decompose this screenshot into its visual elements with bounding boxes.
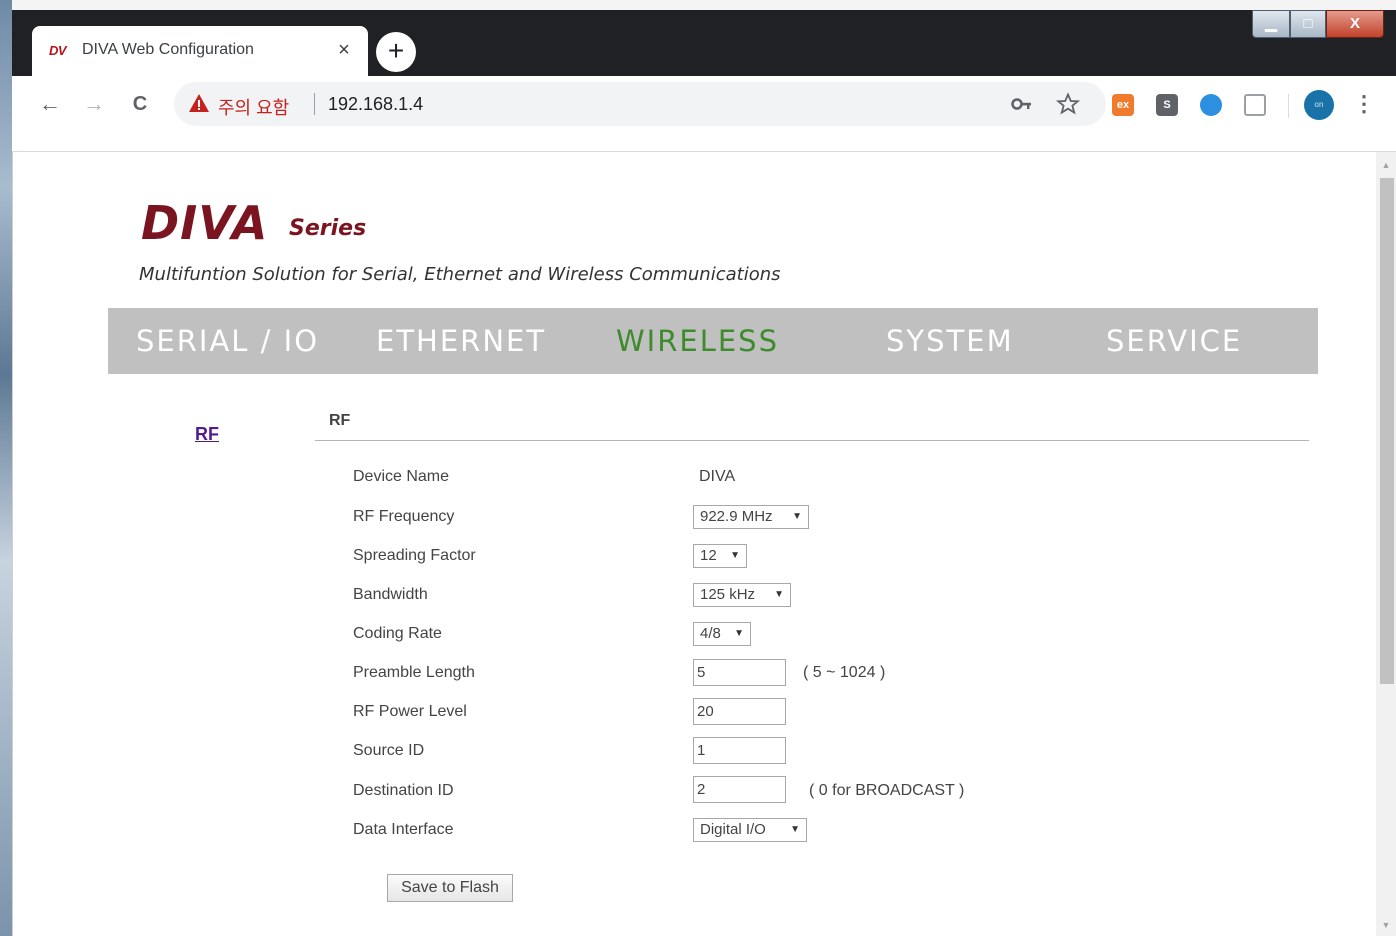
preamble-length-label: Preamble Length xyxy=(353,664,475,681)
browser-toolbar: ← → C 주의 요함 192.168.1.4 ex S on ⋮ xyxy=(12,76,1396,152)
back-button[interactable]: ← xyxy=(34,88,66,120)
rf-power-level-label: RF Power Level xyxy=(353,703,467,720)
bandwidth-select[interactable]: 125 kHz ▼ xyxy=(693,583,791,607)
data-interface-label: Data Interface xyxy=(353,821,454,838)
window-minimize-button[interactable]: ▁ xyxy=(1252,10,1290,38)
url-text[interactable]: 192.168.1.4 xyxy=(328,94,423,115)
maximize-icon: □ xyxy=(1303,15,1313,32)
dropdown-arrow-icon: ▼ xyxy=(792,511,802,522)
reload-button[interactable]: C xyxy=(124,88,156,120)
spreading-factor-select[interactable]: 12 ▼ xyxy=(693,544,747,568)
browser-tab[interactable]: DV DIVA Web Configuration × xyxy=(32,26,368,76)
menu-wireless[interactable]: WIRELESS xyxy=(616,324,779,358)
dropdown-arrow-icon: ▼ xyxy=(730,550,740,561)
favicon-icon: DV xyxy=(49,43,67,58)
scroll-down-arrow-icon[interactable]: ▼ xyxy=(1376,916,1396,934)
preamble-length-hint: ( 5 ~ 1024 ) xyxy=(803,664,886,681)
page-viewport: DIVA Series Multifuntion Solution for Se… xyxy=(12,152,1396,936)
vertical-scrollbar[interactable]: ▲ ▼ xyxy=(1376,152,1396,936)
coding-rate-select[interactable]: 4/8 ▼ xyxy=(693,622,751,646)
desktop-top-strip xyxy=(0,0,1396,10)
menu-serial-io[interactable]: SERIAL / IO xyxy=(136,324,319,358)
rf-frequency-value: 922.9 MHz xyxy=(700,508,773,525)
forward-button[interactable]: → xyxy=(78,88,110,120)
source-id-input[interactable]: 1 xyxy=(693,737,786,764)
address-bar[interactable]: 주의 요함 192.168.1.4 xyxy=(174,82,1106,126)
window-maximize-button[interactable]: □ xyxy=(1290,10,1326,38)
profile-avatar[interactable]: on xyxy=(1304,90,1334,120)
save-to-flash-button[interactable]: Save to Flash xyxy=(387,874,513,902)
bandwidth-label: Bandwidth xyxy=(353,586,428,603)
dropdown-arrow-icon: ▼ xyxy=(734,628,744,639)
destination-id-input[interactable]: 2 xyxy=(693,776,786,803)
menu-ethernet[interactable]: ETHERNET xyxy=(376,324,546,358)
rf-power-level-input[interactable]: 20 xyxy=(693,698,786,725)
rf-frequency-label: RF Frequency xyxy=(353,508,455,525)
omnibox-separator xyxy=(314,93,315,115)
coding-rate-label: Coding Rate xyxy=(353,625,442,642)
bandwidth-value: 125 kHz xyxy=(700,586,756,603)
preamble-length-input[interactable]: 5 xyxy=(693,659,786,686)
device-name-value: DIVA xyxy=(699,468,736,485)
warning-icon[interactable] xyxy=(188,92,210,114)
rf-frequency-select[interactable]: 922.9 MHz ▼ xyxy=(693,505,809,529)
dropdown-arrow-icon: ▼ xyxy=(790,824,800,835)
new-tab-button[interactable]: + xyxy=(376,32,416,72)
coding-rate-value: 4/8 xyxy=(700,625,721,642)
tab-strip: DV DIVA Web Configuration × + ▁ □ X xyxy=(12,10,1396,76)
sidebar-link-rf[interactable]: RF xyxy=(195,424,219,445)
extension-s-icon[interactable]: S xyxy=(1156,94,1178,116)
tab-title: DIVA Web Configuration xyxy=(82,41,254,58)
close-icon: X xyxy=(1349,15,1360,32)
logo-main: DIVA xyxy=(141,196,269,250)
extension-blue-circle-icon[interactable] xyxy=(1200,94,1222,116)
spreading-factor-value: 12 xyxy=(700,547,717,564)
source-id-label: Source ID xyxy=(353,742,425,759)
spreading-factor-label: Spreading Factor xyxy=(353,547,476,564)
bookmark-star-icon[interactable] xyxy=(1056,92,1080,116)
destination-id-label: Destination ID xyxy=(353,782,454,799)
logo-sub: Series xyxy=(289,216,367,241)
security-warning-text[interactable]: 주의 요함 xyxy=(218,94,289,120)
dropdown-arrow-icon: ▼ xyxy=(774,589,784,600)
main-menu: SERIAL / IO ETHERNET WIRELESS SYSTEM SER… xyxy=(108,308,1318,374)
menu-system[interactable]: SYSTEM xyxy=(886,324,1014,358)
extension-ex-icon[interactable]: ex xyxy=(1112,94,1134,116)
more-menu-icon[interactable]: ⋮ xyxy=(1352,90,1376,120)
desktop-left-strip xyxy=(0,0,12,936)
section-divider xyxy=(315,440,1309,441)
device-name-label: Device Name xyxy=(353,468,450,485)
window-close-button[interactable]: X xyxy=(1326,10,1384,38)
section-title: RF xyxy=(329,412,351,429)
data-interface-select[interactable]: Digital I/O ▼ xyxy=(693,818,807,842)
scrollbar-thumb[interactable] xyxy=(1380,178,1394,684)
scroll-up-arrow-icon[interactable]: ▲ xyxy=(1376,156,1396,174)
data-interface-value: Digital I/O xyxy=(700,821,766,838)
minimize-icon: ▁ xyxy=(1265,15,1277,32)
destination-id-hint: ( 0 for BROADCAST ) xyxy=(809,782,965,799)
tab-close-icon[interactable]: × xyxy=(332,38,356,62)
menu-service[interactable]: SERVICE xyxy=(1106,324,1242,358)
toolbar-separator xyxy=(1288,94,1289,118)
key-icon[interactable] xyxy=(1010,92,1034,116)
browser-window: DV DIVA Web Configuration × + ▁ □ X ← → … xyxy=(12,10,1396,936)
extension-cast-icon[interactable] xyxy=(1244,94,1266,116)
tagline: Multifuntion Solution for Serial, Ethern… xyxy=(139,264,781,285)
